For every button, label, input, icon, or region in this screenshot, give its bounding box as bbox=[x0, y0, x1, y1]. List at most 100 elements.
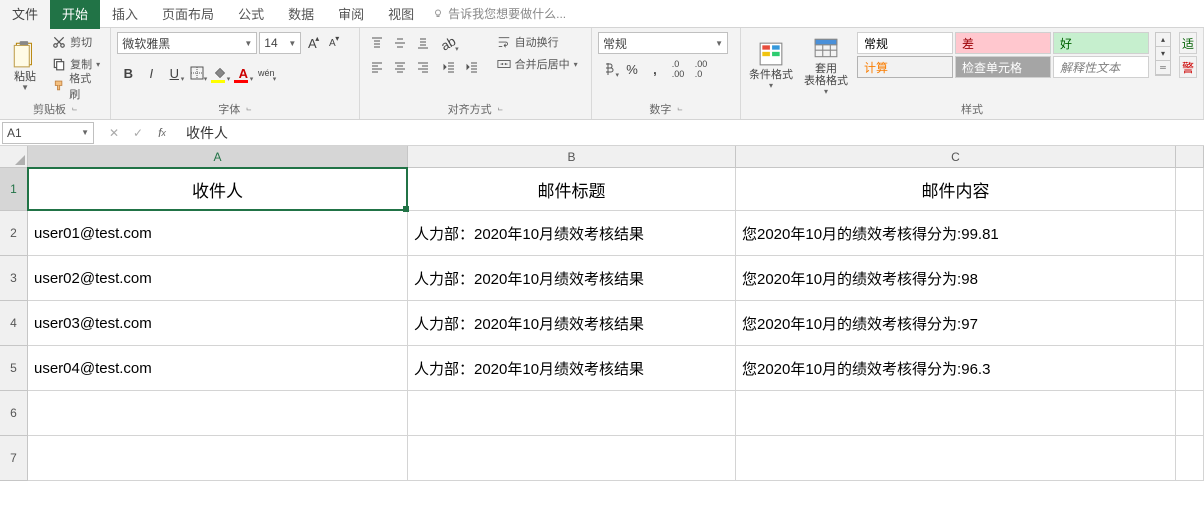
cut-button[interactable]: 剪切 bbox=[48, 32, 104, 52]
style-fit[interactable]: 适 bbox=[1179, 32, 1197, 54]
style-check[interactable]: 检查单元格 bbox=[955, 56, 1051, 78]
col-header-a[interactable]: A bbox=[28, 146, 408, 168]
cell-a2[interactable]: user01@test.com bbox=[28, 211, 408, 256]
style-warn[interactable]: 警 bbox=[1179, 56, 1197, 78]
align-top-button[interactable] bbox=[366, 32, 388, 54]
cell-d4[interactable] bbox=[1176, 301, 1204, 346]
cell-a6[interactable] bbox=[28, 391, 408, 436]
styles-down-button[interactable]: ▾ bbox=[1156, 47, 1170, 61]
font-color-button[interactable]: A▾ bbox=[232, 62, 254, 84]
cell-d5[interactable] bbox=[1176, 346, 1204, 391]
fx-button[interactable]: fx bbox=[150, 122, 174, 144]
font-size-select[interactable]: 14▼ bbox=[259, 32, 301, 54]
cell-a5[interactable]: user04@test.com bbox=[28, 346, 408, 391]
bold-button[interactable]: B bbox=[117, 62, 139, 84]
row-header-5[interactable]: 5 bbox=[0, 346, 28, 391]
border-button[interactable]: ▾ bbox=[186, 62, 208, 84]
currency-button[interactable]: ▾ bbox=[598, 58, 620, 80]
cell-b7[interactable] bbox=[408, 436, 736, 481]
row-header-2[interactable]: 2 bbox=[0, 211, 28, 256]
cell-c1[interactable]: 邮件内容 bbox=[736, 168, 1176, 211]
cell-b2[interactable]: 人力部：2020年10月绩效考核结果 bbox=[408, 211, 736, 256]
indent-inc-button[interactable] bbox=[461, 56, 483, 78]
cell-b5[interactable]: 人力部：2020年10月绩效考核结果 bbox=[408, 346, 736, 391]
menu-review[interactable]: 审阅 bbox=[326, 0, 376, 29]
select-all-corner[interactable] bbox=[0, 146, 28, 168]
font-name-select[interactable]: 微软雅黑▼ bbox=[117, 32, 257, 54]
name-box[interactable]: A1▼ bbox=[2, 122, 94, 144]
cell-c6[interactable] bbox=[736, 391, 1176, 436]
cell-d6[interactable] bbox=[1176, 391, 1204, 436]
cell-d1[interactable] bbox=[1176, 168, 1204, 211]
col-header-c[interactable]: C bbox=[736, 146, 1176, 168]
cell-c5[interactable]: 您2020年10月的绩效考核得分为:96.3 bbox=[736, 346, 1176, 391]
cell-a3[interactable]: user02@test.com bbox=[28, 256, 408, 301]
wrap-text-button[interactable]: 自动换行 bbox=[493, 32, 582, 52]
paste-button[interactable]: 粘贴 ▼ bbox=[6, 32, 44, 98]
cond-format-button[interactable]: 条件格式▾ bbox=[747, 32, 795, 98]
row-header-7[interactable]: 7 bbox=[0, 436, 28, 481]
style-bad[interactable]: 差 bbox=[955, 32, 1051, 54]
bucket-icon bbox=[213, 66, 227, 80]
align-bottom-button[interactable] bbox=[412, 32, 434, 54]
phonetic-guide-button[interactable]: wén▾ bbox=[255, 62, 277, 84]
styles-scroll[interactable]: ▴ ▾ ═ bbox=[1155, 32, 1171, 76]
menu-home[interactable]: 开始 bbox=[50, 0, 100, 29]
align-middle-button[interactable] bbox=[389, 32, 411, 54]
menu-formulas[interactable]: 公式 bbox=[226, 0, 276, 29]
format-painter-button[interactable]: 格式刷 bbox=[48, 76, 104, 96]
menu-file[interactable]: 文件 bbox=[0, 0, 50, 29]
number-format-select[interactable]: 常规▼ bbox=[598, 32, 728, 54]
menu-insert[interactable]: 插入 bbox=[100, 0, 150, 29]
orientation-button[interactable]: ab▾ bbox=[438, 32, 460, 54]
row-header-4[interactable]: 4 bbox=[0, 301, 28, 346]
tell-me-search[interactable]: 告诉我您想要做什么... bbox=[432, 5, 566, 22]
percent-button[interactable]: % bbox=[621, 58, 643, 80]
enter-button[interactable]: ✓ bbox=[126, 122, 150, 144]
cell-a1[interactable]: 收件人 bbox=[28, 168, 408, 211]
menu-view[interactable]: 视图 bbox=[376, 0, 426, 29]
shrink-font-button[interactable]: A▾ bbox=[323, 32, 341, 54]
cell-c2[interactable]: 您2020年10月的绩效考核得分为:99.81 bbox=[736, 211, 1176, 256]
cell-a4[interactable]: user03@test.com bbox=[28, 301, 408, 346]
cell-c4[interactable]: 您2020年10月的绩效考核得分为:97 bbox=[736, 301, 1176, 346]
style-good[interactable]: 好 bbox=[1053, 32, 1149, 54]
inc-decimal-button[interactable]: .0.00 bbox=[667, 58, 689, 80]
row-header-6[interactable]: 6 bbox=[0, 391, 28, 436]
cell-c3[interactable]: 您2020年10月的绩效考核得分为:98 bbox=[736, 256, 1176, 301]
cell-d3[interactable] bbox=[1176, 256, 1204, 301]
cell-b4[interactable]: 人力部：2020年10月绩效考核结果 bbox=[408, 301, 736, 346]
cell-b1[interactable]: 邮件标题 bbox=[408, 168, 736, 211]
cell-b3[interactable]: 人力部：2020年10月绩效考核结果 bbox=[408, 256, 736, 301]
styles-up-button[interactable]: ▴ bbox=[1156, 33, 1170, 47]
cell-c7[interactable] bbox=[736, 436, 1176, 481]
merge-center-button[interactable]: 合并后居中▾ bbox=[493, 54, 582, 74]
menu-data[interactable]: 数据 bbox=[276, 0, 326, 29]
cell-d2[interactable] bbox=[1176, 211, 1204, 256]
row-header-3[interactable]: 3 bbox=[0, 256, 28, 301]
cancel-button[interactable]: ✕ bbox=[102, 122, 126, 144]
formula-input[interactable]: 收件人 bbox=[180, 123, 1204, 143]
style-normal[interactable]: 常规 bbox=[857, 32, 953, 54]
align-left-button[interactable] bbox=[366, 56, 388, 78]
indent-dec-button[interactable] bbox=[438, 56, 460, 78]
cell-a7[interactable] bbox=[28, 436, 408, 481]
cell-b6[interactable] bbox=[408, 391, 736, 436]
menu-page-layout[interactable]: 页面布局 bbox=[150, 0, 226, 29]
comma-button[interactable]: , bbox=[644, 58, 666, 80]
underline-button[interactable]: U▾ bbox=[163, 62, 185, 84]
style-calc[interactable]: 计算 bbox=[857, 56, 953, 78]
italic-button[interactable]: I bbox=[140, 62, 162, 84]
style-explain[interactable]: 解释性文本 bbox=[1053, 56, 1149, 78]
cell-d7[interactable] bbox=[1176, 436, 1204, 481]
dec-decimal-button[interactable]: .00.0 bbox=[690, 58, 712, 80]
col-header-d[interactable] bbox=[1176, 146, 1204, 168]
align-center-button[interactable] bbox=[389, 56, 411, 78]
styles-more-button[interactable]: ═ bbox=[1156, 61, 1170, 75]
fill-color-button[interactable]: ▾ bbox=[209, 62, 231, 84]
col-header-b[interactable]: B bbox=[408, 146, 736, 168]
table-format-button[interactable]: 套用 表格格式▾ bbox=[799, 32, 853, 98]
align-right-button[interactable] bbox=[412, 56, 434, 78]
row-header-1[interactable]: 1 bbox=[0, 168, 28, 211]
grow-font-button[interactable]: A▴ bbox=[303, 32, 321, 54]
